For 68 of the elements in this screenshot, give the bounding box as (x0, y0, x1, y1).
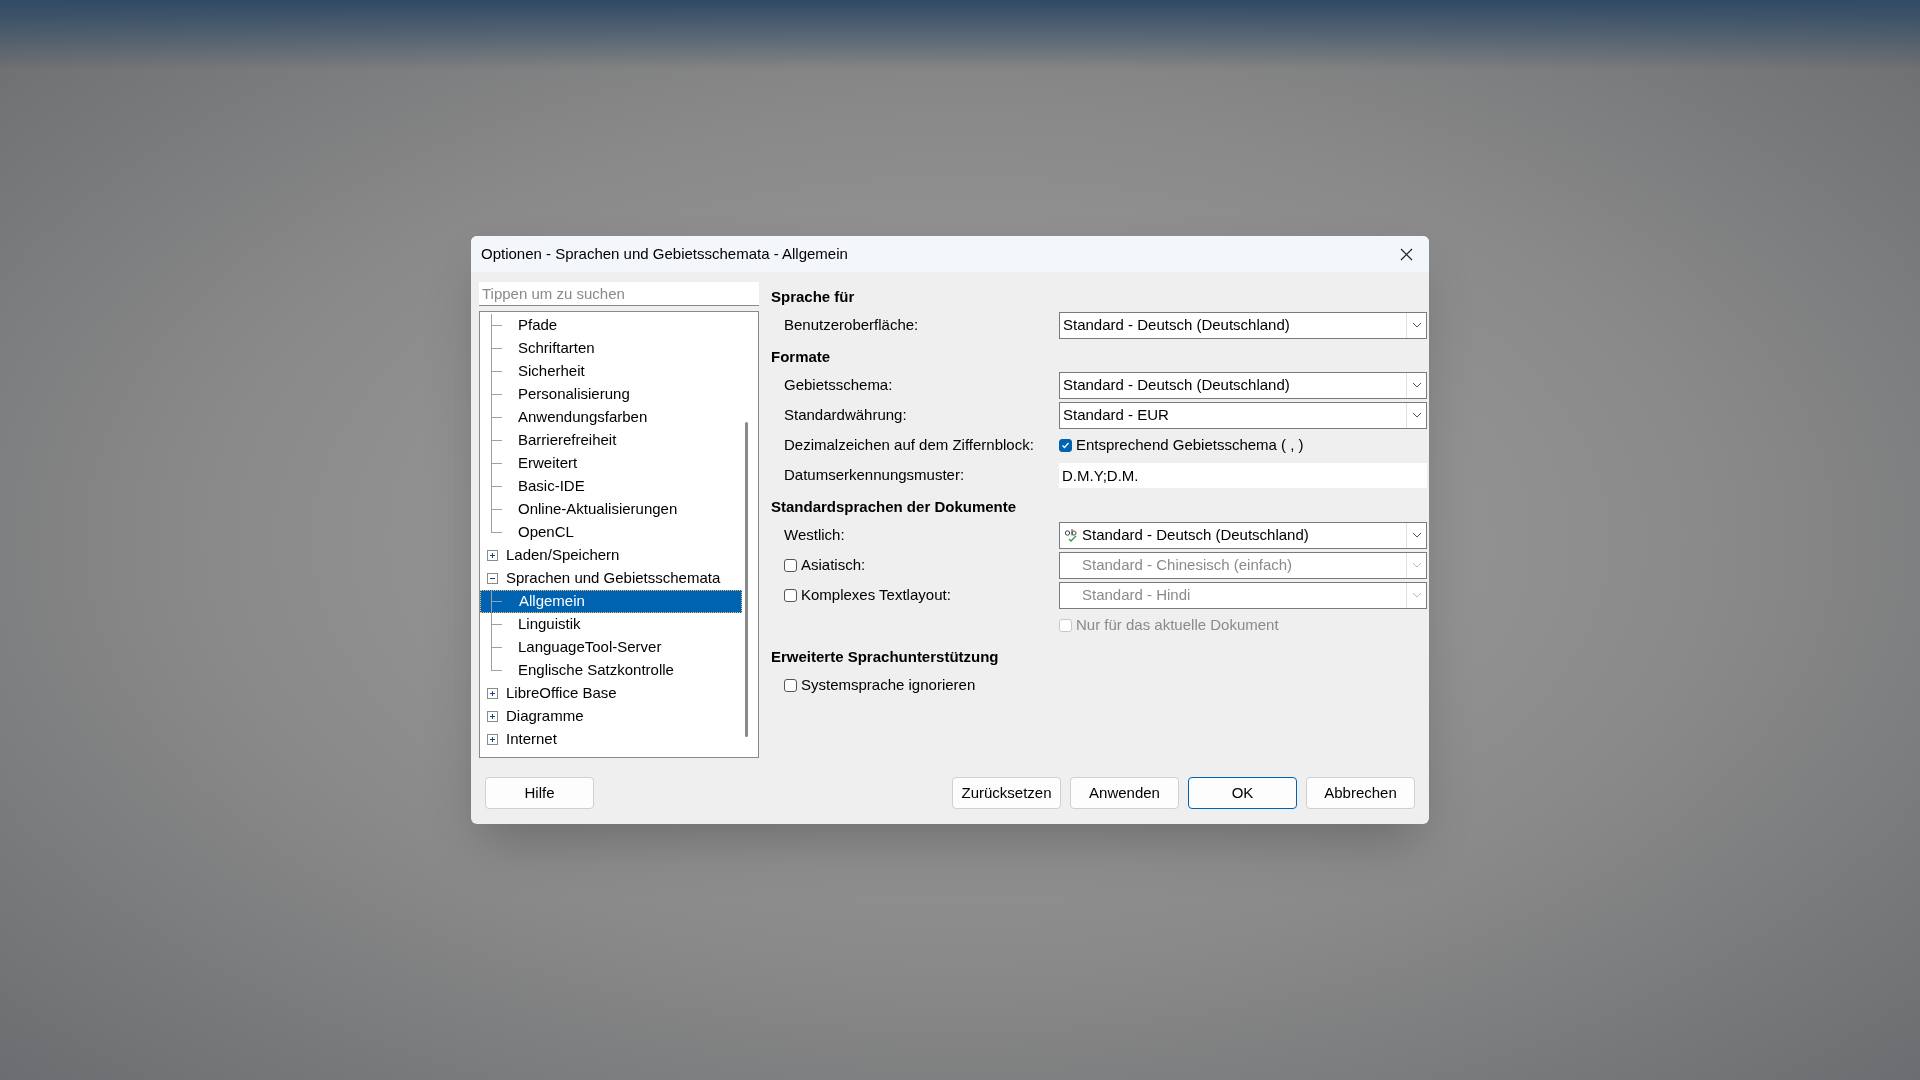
field-label: Benutzeroberfläche: (784, 314, 919, 335)
expand-icon[interactable] (487, 711, 498, 722)
expand-icon[interactable] (487, 734, 498, 745)
tree-item[interactable]: OpenCL (480, 521, 742, 544)
field-label: Gebietsschema: (784, 374, 893, 395)
tree-item[interactable]: Linguistik (480, 613, 742, 636)
tree-item[interactable]: Erweitert (480, 452, 742, 475)
tree-item[interactable]: Pfade (480, 314, 742, 337)
dialog-button[interactable]: Abbrechen (1306, 777, 1415, 809)
language-dropdown[interactable]: Standard - Deutsch (Deutschland) (1059, 371, 1427, 399)
tree-item[interactable]: Anwendungsfarben (480, 406, 742, 429)
tree-item[interactable]: Online-Aktualisierungen (480, 498, 742, 521)
dialog-button[interactable]: OK (1188, 777, 1297, 809)
field-label: Westlich: (784, 524, 845, 545)
expand-icon[interactable] (487, 550, 498, 561)
dropdown-value: Standard - Chinesisch (einfach) (1082, 554, 1294, 575)
search-field[interactable]: Tippen um zu suchen (479, 282, 759, 306)
window-title: Optionen - Sprachen und Gebietsschemata - Allgemein (481, 243, 848, 264)
tree-item[interactable]: Sicherheit (480, 360, 742, 383)
language-dropdown[interactable]: Standard - Deutsch (Deutschland) (1059, 521, 1427, 549)
chevron-down-icon (1411, 412, 1422, 418)
tree-item[interactable]: Schriftarten (480, 337, 742, 360)
checkmark-icon (1061, 440, 1070, 450)
tree-item[interactable]: Diagramme (506, 705, 584, 728)
dropdown-value: Standard - Deutsch (Deutschland) (1082, 524, 1310, 545)
dropdown-value: Standard - Deutsch (Deutschland) (1063, 314, 1291, 335)
collapse-icon[interactable] (487, 573, 498, 584)
tree-item[interactable]: Englische Satzkontrolle (480, 659, 742, 682)
dropdown-value: Standard - EUR (1063, 404, 1170, 425)
chevron-down-icon (1411, 562, 1422, 568)
chevron-down-icon (1411, 382, 1422, 388)
language-dropdown[interactable]: Standard - EUR (1059, 401, 1427, 429)
section-heading: Erweiterte Sprachunterstützung (771, 646, 1000, 667)
section-heading: Sprache für (771, 286, 856, 307)
tree-item[interactable]: Basic-IDE (480, 475, 742, 498)
dialog-button[interactable]: Zurücksetzen (952, 777, 1061, 809)
chevron-down-icon (1411, 322, 1422, 328)
dropdown-value: Standard - Hindi (1082, 584, 1192, 605)
chevron-down-icon (1411, 532, 1422, 538)
field-label: Dezimalzeichen auf dem Ziffernblock: (784, 434, 1034, 455)
chevron-down-icon (1411, 592, 1422, 598)
checkbox[interactable] (784, 678, 797, 692)
field-label: Asiatisch: (801, 554, 866, 575)
checkbox[interactable] (1059, 438, 1072, 452)
tree-item[interactable]: LibreOffice Base (506, 682, 617, 705)
checkbox-label: Systemsprache ignorieren (801, 674, 976, 695)
dialog-button[interactable]: Anwenden (1070, 777, 1179, 809)
checkbox-label: Entsprechend Gebietsschema ( , ) (1076, 434, 1304, 455)
field-label: Komplexes Textlayout: (801, 584, 951, 605)
help-button[interactable]: Hilfe (485, 777, 594, 809)
tree-item[interactable]: Internet (506, 728, 557, 751)
section-heading: Formate (771, 346, 832, 367)
dropdown-value: Standard - Deutsch (Deutschland) (1063, 374, 1291, 395)
checkbox-label: Nur für das aktuelle Dokument (1076, 614, 1279, 635)
expand-icon[interactable] (487, 688, 498, 699)
tree-item[interactable]: LanguageTool-Server (480, 636, 742, 659)
scrollbar-thumb[interactable] (745, 422, 748, 737)
language-dropdown[interactable]: Standard - Deutsch (Deutschland) (1059, 311, 1427, 339)
section-heading: Standardsprachen der Dokumente (771, 496, 1018, 517)
tree-item[interactable]: Sprachen und Gebietsschemata (506, 567, 721, 590)
field-label: Datumserkennungsmuster: (784, 464, 965, 485)
tree-item[interactable]: Allgemein (480, 590, 742, 613)
tree-item[interactable]: Personalisierung (480, 383, 742, 406)
date-pattern-field[interactable]: D.M.Y;D.M. (1059, 462, 1427, 488)
field-label: Standardwährung: (784, 404, 907, 425)
close-icon (1399, 247, 1413, 261)
tree-item[interactable]: Laden/Speichern (506, 544, 620, 567)
tree-item[interactable]: Barrierefreiheit (480, 429, 742, 452)
